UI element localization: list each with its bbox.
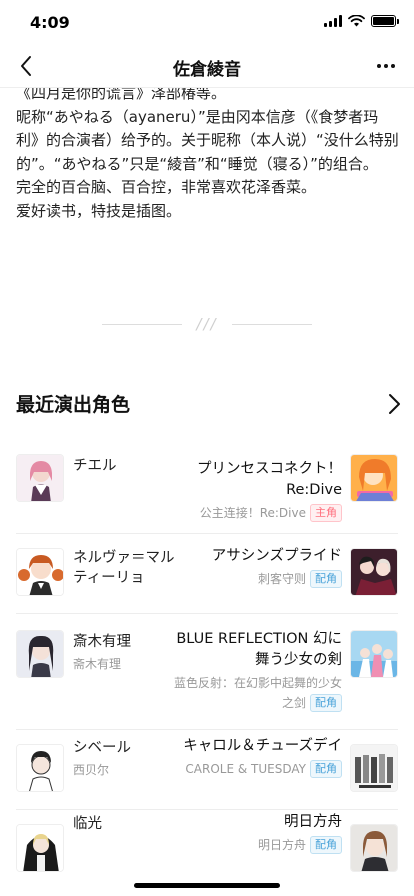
more-dot-icon — [384, 64, 388, 68]
role-row[interactable]: 斎木有理 斋木有理 BLUE REFLECTION 幻に舞う少女の剣 蓝色反射：… — [16, 614, 398, 730]
character-subname: 斋木有理 — [73, 657, 122, 671]
character-thumbnail[interactable] — [16, 630, 64, 678]
role-badge-support: 配角 — [310, 836, 342, 854]
more-dot-icon — [391, 64, 395, 68]
work-cover-icon — [351, 549, 397, 595]
character-subname: 西贝尔 — [73, 763, 110, 777]
work-cover-icon — [351, 455, 397, 501]
more-button[interactable] — [370, 52, 402, 80]
nav-bar: 佐倉綾音 — [0, 44, 414, 88]
work-title: 明日方舟 — [284, 814, 342, 830]
work-thumbnail[interactable] — [350, 630, 398, 678]
work-subtitle: 蓝色反射：在幻影中起舞的少女之剑 配角 — [166, 673, 342, 713]
work-thumbnail[interactable] — [350, 824, 398, 872]
battery-icon — [371, 15, 399, 27]
character-portrait-icon — [17, 825, 63, 871]
page-title: 佐倉綾音 — [173, 60, 241, 80]
work-subtitle-text: CAROLE & TUESDAY — [185, 762, 306, 776]
work-info: アサシンズプライド 刺客守则 配角 — [162, 546, 342, 589]
role-badge-support: 配角 — [310, 570, 342, 588]
wifi-icon — [348, 15, 365, 27]
home-indicator[interactable] — [134, 883, 280, 888]
character-portrait-icon — [17, 631, 63, 677]
work-title: キャロル＆チューズデイ — [183, 738, 342, 754]
character-thumbnail[interactable] — [16, 454, 64, 502]
role-badge-support: 配角 — [310, 760, 342, 778]
work-subtitle: 刺客守则 配角 — [162, 569, 342, 589]
work-thumbnail[interactable] — [350, 744, 398, 792]
work-subtitle: 明日方舟 配角 — [162, 835, 342, 855]
work-title: アサシンズプライド — [211, 548, 342, 564]
bio-text: 《四月是你的谎言》泽部椿等。 昵称“あやねる（ayaneru）”是由冈本信彦（《… — [16, 82, 400, 223]
role-row[interactable]: シベール 西贝尔 キャロル＆チューズデイ CAROLE & TUESDAY 配角 — [16, 730, 398, 810]
bio-line: 昵称“あやねる（ayaneru）”是由冈本信彦（《食梦者玛利》的合演者）给予的。… — [16, 107, 399, 173]
character-portrait-icon — [17, 455, 63, 501]
bio-line: 爱好读书，特技是插图。 — [16, 201, 182, 220]
work-thumbnail[interactable] — [350, 454, 398, 502]
character-thumbnail[interactable] — [16, 824, 64, 872]
work-title: BLUE REFLECTION 幻に舞う少女の剣 — [176, 631, 342, 668]
work-cover-icon — [351, 631, 397, 677]
divider-line — [102, 323, 183, 325]
character-thumbnail[interactable] — [16, 548, 64, 596]
role-row[interactable]: 临光 明日方舟 明日方舟 配角 — [16, 810, 398, 890]
divider-line — [231, 323, 312, 325]
work-info: キャロル＆チューズデイ CAROLE & TUESDAY 配角 — [152, 736, 342, 779]
character-portrait-icon — [17, 745, 63, 791]
work-subtitle: CAROLE & TUESDAY 配角 — [152, 759, 342, 779]
character-thumbnail[interactable] — [16, 744, 64, 792]
role-row[interactable]: ネルヴァ＝マルティーリョ アサシンズプライド 刺客守则 配角 — [16, 534, 398, 614]
work-subtitle: 公主连接！Re:Dive 主角 — [162, 503, 342, 523]
character-portrait-icon — [17, 549, 63, 595]
section-title: 最近演出角色 — [16, 394, 131, 416]
status-icons — [324, 15, 399, 27]
role-badge-main: 主角 — [310, 504, 342, 522]
work-cover-icon — [351, 745, 397, 791]
bio-line: 完全的百合脑、百合控，非常喜欢花泽香菜。 — [16, 178, 317, 196]
recent-roles-header[interactable]: 最近演出角色 — [16, 390, 404, 418]
status-time: 4:09 — [30, 13, 70, 32]
role-badge-support: 配角 — [310, 694, 342, 712]
work-cover-icon — [351, 825, 397, 871]
work-title: プリンセスコネクト！Re:Dive — [197, 461, 342, 498]
more-dot-icon — [377, 64, 381, 68]
divider-mark: /// — [196, 315, 218, 333]
work-thumbnail[interactable] — [350, 548, 398, 596]
roles-list: チエル プリンセスコネクト！Re:Dive 公主连接！Re:Dive 主角 ネル… — [16, 438, 398, 890]
role-row[interactable]: チエル プリンセスコネクト！Re:Dive 公主连接！Re:Dive 主角 — [16, 438, 398, 534]
work-info: プリンセスコネクト！Re:Dive 公主连接！Re:Dive 主角 — [162, 459, 342, 523]
work-info: BLUE REFLECTION 幻に舞う少女の剣 蓝色反射：在幻影中起舞的少女之… — [166, 629, 342, 713]
work-subtitle-text: 公主连接！Re:Dive — [199, 506, 306, 520]
work-info: 明日方舟 明日方舟 配角 — [162, 812, 342, 855]
chevron-right-icon[interactable] — [384, 392, 404, 416]
section-divider: /// — [0, 314, 414, 334]
cellular-signal-icon — [324, 15, 342, 27]
status-bar: 4:09 — [0, 0, 414, 44]
work-subtitle-text: 明日方舟 — [257, 838, 306, 852]
work-subtitle-text: 刺客守则 — [257, 572, 306, 586]
